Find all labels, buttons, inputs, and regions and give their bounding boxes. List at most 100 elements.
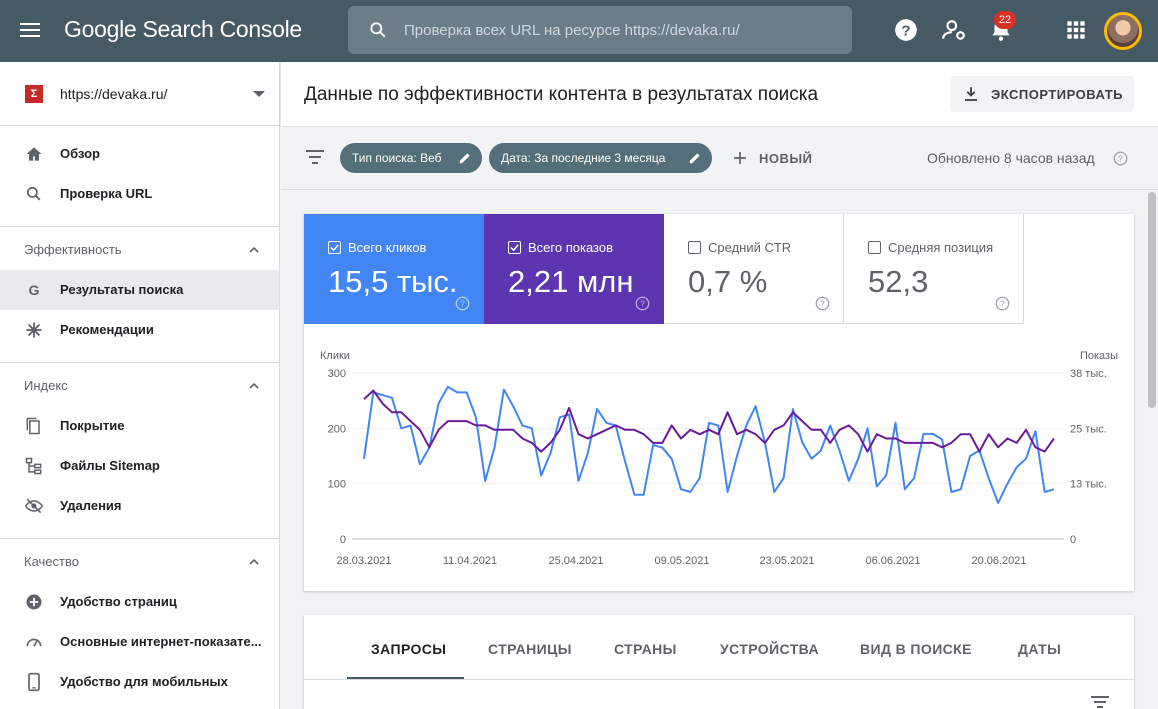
metric-average-ctr[interactable]: Средний CTR 0,7 % ? (664, 214, 844, 324)
new-filter-label: НОВЫЙ (759, 151, 813, 166)
avatar[interactable] (1104, 12, 1142, 50)
caret-down-icon (253, 91, 265, 97)
pages-icon (26, 417, 40, 435)
performance-card: Всего кликов 15,5 тыс. ? Всего показов 2… (304, 214, 1134, 591)
sidebar-item-coverage[interactable]: Покрытие (0, 406, 279, 446)
checkbox-unchecked-icon (688, 241, 701, 254)
help-icon[interactable]: ? (815, 296, 830, 311)
checkbox-unchecked-icon (868, 241, 881, 254)
metric-value: 15,5 тыс. (328, 264, 458, 299)
sidebar: Σ https://devaka.ru/ Обзор Проверка URL … (0, 62, 280, 709)
sidebar-item-url-inspection[interactable]: Проверка URL (0, 174, 279, 214)
sidebar-item-label: Результаты поиска (60, 282, 184, 297)
svg-text:?: ? (820, 300, 825, 309)
metric-value: 52,3 (868, 264, 929, 299)
metric-average-position[interactable]: Средняя позиция 52,3 ? (844, 214, 1024, 324)
sitemap-icon (25, 457, 42, 475)
home-icon (26, 147, 42, 161)
section-quality[interactable]: Качество (0, 542, 279, 582)
tab-dates[interactable]: ДАТЫ (998, 615, 1078, 679)
right-axis-label: Показы (1080, 350, 1118, 362)
help-icon[interactable]: ? (995, 296, 1010, 311)
top-app-bar: Google Search Console ? 22 (0, 0, 1158, 62)
section-index[interactable]: Индекс (0, 366, 279, 406)
impressions-series-line (363, 389, 1055, 453)
eye-off-icon (24, 498, 44, 514)
google-g-icon: G (28, 283, 39, 299)
dimension-tabs-card: ЗАПРОСЫ СТРАНИЦЫ СТРАНЫ УСТРОЙСТВА ВИД В… (304, 615, 1134, 709)
help-icon[interactable]: ? (455, 296, 470, 311)
scrollbar[interactable] (1148, 192, 1156, 408)
search-bar[interactable] (348, 6, 852, 54)
section-title: Индекс (24, 378, 68, 393)
sidebar-item-label: Удаления (60, 498, 122, 513)
svg-text:G: G (28, 283, 39, 299)
export-label: ЭКСПОРТИРОВАТЬ (991, 87, 1124, 102)
chevron-up-icon (249, 382, 259, 389)
date-range-chip[interactable]: Дата: За последние 3 месяца (489, 143, 712, 173)
tab-countries[interactable]: СТРАНЫ (594, 615, 684, 679)
filter-bar: Тип поиска: Веб Дата: За последние 3 мес… (281, 127, 1158, 190)
left-tick-label: 0 (340, 534, 346, 546)
left-tick-label: 300 (328, 368, 346, 380)
sidebar-item-sitemaps[interactable]: Файлы Sitemap (0, 446, 279, 486)
chevron-up-icon (249, 558, 259, 565)
help-icon[interactable]: ? (893, 17, 919, 43)
filter-rows-icon[interactable] (1090, 695, 1110, 709)
pencil-icon (459, 153, 470, 164)
metric-value: 0,7 % (688, 264, 768, 299)
tab-pages[interactable]: СТРАНИЦЫ (468, 615, 588, 679)
sidebar-item-core-web-vitals[interactable]: Основные интернет-показате... (0, 622, 279, 662)
search-type-chip[interactable]: Тип поиска: Веб (340, 143, 482, 173)
app-logo: Google Search Console (64, 16, 302, 42)
last-updated-text: Обновлено 8 часов назад (927, 150, 1095, 166)
notifications-badge: 22 (994, 11, 1016, 29)
tab-queries[interactable]: ЗАПРОСЫ (347, 615, 464, 679)
sidebar-item-overview[interactable]: Обзор (0, 134, 279, 174)
tab-label: ДАТЫ (1018, 641, 1062, 657)
left-axis-label: Клики (320, 350, 350, 362)
sidebar-item-label: Основные интернет-показате... (60, 634, 262, 649)
pencil-icon (689, 153, 700, 164)
left-tick-label: 200 (328, 423, 346, 435)
sidebar-item-mobile-usability[interactable]: Удобство для мобильных (0, 662, 279, 702)
tab-devices[interactable]: УСТРОЙСТВА (700, 615, 828, 679)
property-url: https://devaka.ru/ (60, 86, 168, 102)
sidebar-item-removals[interactable]: Удаления (0, 486, 279, 526)
metric-total-impressions[interactable]: Всего показов 2,21 млн ? (484, 214, 664, 324)
sidebar-item-recommendations[interactable]: Рекомендации (0, 310, 279, 350)
section-performance[interactable]: Эффективность (0, 230, 279, 270)
download-icon (965, 87, 977, 101)
metric-total-clicks[interactable]: Всего кликов 15,5 тыс. ? (304, 214, 484, 324)
speedometer-icon (26, 638, 42, 647)
search-icon (370, 22, 386, 38)
chip-label: Тип поиска: Веб (352, 151, 442, 165)
tab-label: ЗАПРОСЫ (371, 641, 447, 657)
svg-text:?: ? (460, 300, 465, 309)
left-tick-label: 100 (328, 479, 346, 491)
x-tick-label: 06.06.2021 (865, 555, 920, 567)
metric-label: Всего показов (528, 240, 613, 255)
property-favicon: Σ (25, 85, 43, 103)
tab-label: СТРАНИЦЫ (488, 641, 572, 657)
right-tick-label: 38 тыс. (1070, 368, 1107, 380)
search-input[interactable] (404, 16, 834, 44)
help-icon[interactable]: ? (635, 296, 650, 311)
right-tick-label: 0 (1070, 534, 1076, 546)
right-tick-label: 13 тыс. (1070, 479, 1107, 491)
performance-chart[interactable]: Клики Показы 300 38 тыс. 200 25 тыс. 100 13 т… (304, 324, 1134, 591)
x-tick-label: 28.03.2021 (336, 555, 391, 567)
export-button[interactable]: ЭКСПОРТИРОВАТЬ (950, 76, 1134, 112)
svg-text:?: ? (1000, 300, 1005, 309)
tab-search-appearance[interactable]: ВИД В ПОИСКЕ (840, 615, 980, 679)
apps-grid-icon[interactable] (1063, 17, 1089, 43)
menu-icon[interactable] (20, 19, 52, 43)
plus-icon (734, 152, 746, 164)
property-selector[interactable]: Σ https://devaka.ru/ (0, 62, 279, 126)
help-icon[interactable]: ? (1113, 151, 1128, 166)
user-settings-icon[interactable] (941, 17, 967, 43)
filter-icon[interactable] (305, 149, 325, 165)
sidebar-item-search-results[interactable]: G Результаты поиска (0, 270, 279, 310)
plus-circle-icon (26, 594, 42, 610)
sidebar-item-page-experience[interactable]: Удобство страниц (0, 582, 279, 622)
